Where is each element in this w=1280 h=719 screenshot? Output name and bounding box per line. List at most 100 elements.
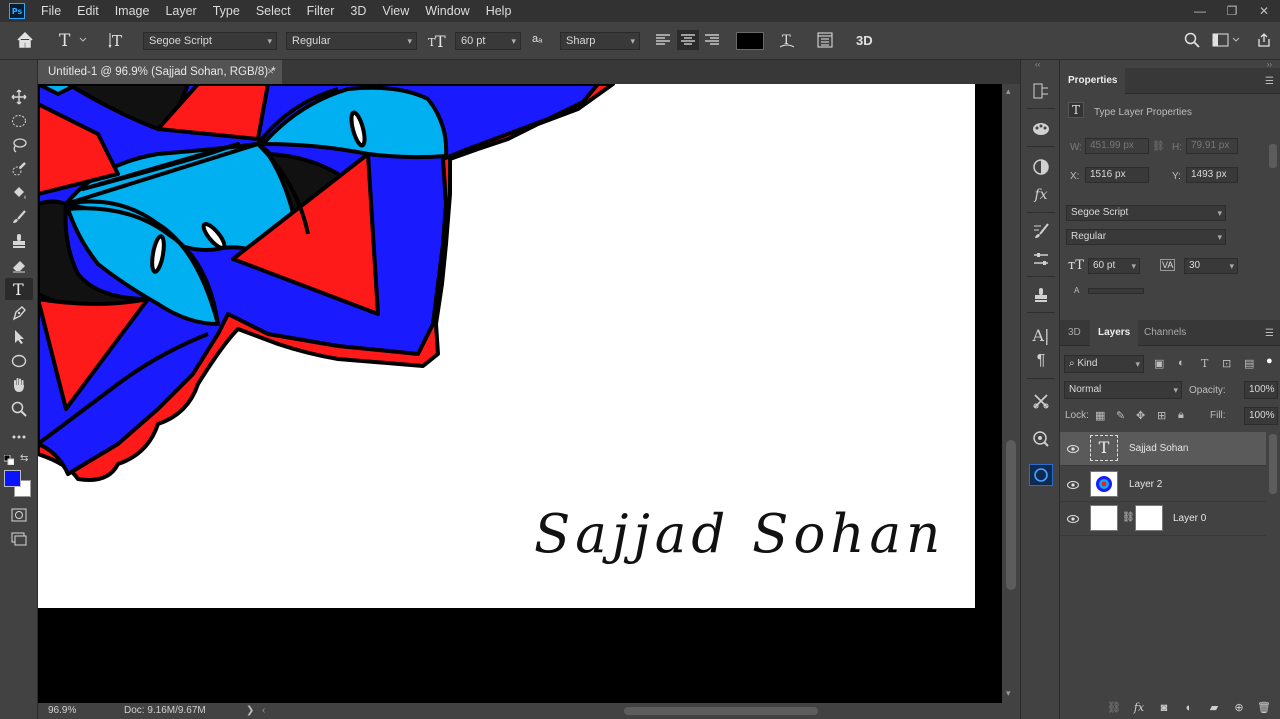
new-adjustment-layer-icon[interactable]: ◐ bbox=[1181, 702, 1197, 714]
menu-filter[interactable]: Filter bbox=[299, 0, 343, 22]
x-position-field[interactable]: 1516 px bbox=[1085, 167, 1149, 183]
antialias-select[interactable]: Sharp ▾ bbox=[560, 32, 640, 50]
eraser-tool-icon[interactable] bbox=[5, 254, 33, 276]
tab-3d[interactable]: 3D bbox=[1060, 320, 1089, 346]
adjustments-icon[interactable] bbox=[1029, 156, 1053, 178]
collapse-dock-icon[interactable]: ‹‹ bbox=[1035, 60, 1040, 69]
menu-view[interactable]: View bbox=[374, 0, 417, 22]
close-window-button[interactable]: ✕ bbox=[1248, 0, 1280, 22]
mask-link-icon[interactable]: ⛓ bbox=[1122, 512, 1135, 523]
lock-pixels-icon[interactable]: ✎ bbox=[1116, 409, 1125, 422]
properties-font-size-select[interactable]: 60 pt ▾ bbox=[1088, 258, 1140, 274]
color-palette-icon[interactable] bbox=[1029, 118, 1053, 140]
filter-pixel-icon[interactable]: ▣ bbox=[1154, 357, 1164, 370]
font-size-select[interactable]: 60 pt ▾ bbox=[455, 32, 521, 50]
brush-tool-icon[interactable] bbox=[5, 206, 33, 228]
navigator-icon[interactable] bbox=[1029, 428, 1053, 450]
menu-file[interactable]: File bbox=[33, 0, 69, 22]
character-icon[interactable]: A| bbox=[1029, 324, 1053, 346]
warp-text-icon[interactable]: T bbox=[778, 31, 796, 49]
width-field[interactable]: 451.99 px bbox=[1085, 138, 1149, 154]
character-panel-icon[interactable] bbox=[816, 32, 834, 48]
lock-all-icon[interactable]: 🔒︎ bbox=[1178, 409, 1184, 422]
properties-scrollbar[interactable] bbox=[1266, 140, 1280, 300]
filter-smart-object-icon[interactable]: ▤ bbox=[1244, 357, 1254, 370]
menu-help[interactable]: Help bbox=[478, 0, 520, 22]
brush-settings-icon[interactable] bbox=[1029, 220, 1053, 242]
scrollbar-thumb[interactable] bbox=[1006, 440, 1016, 590]
canvas-area[interactable]: Sajjad Sohan bbox=[38, 84, 1002, 703]
tracking-select[interactable]: 30 ▾ bbox=[1184, 258, 1238, 274]
3d-icon[interactable]: 3D bbox=[856, 33, 873, 48]
pen-tool-icon[interactable] bbox=[5, 302, 33, 324]
type-tool-icon[interactable]: T bbox=[5, 278, 33, 300]
menu-select[interactable]: Select bbox=[248, 0, 299, 22]
layer-row[interactable]: T Sajjad Sohan bbox=[1060, 432, 1266, 466]
scroll-up-icon[interactable]: ▴ bbox=[1006, 86, 1011, 97]
signature-text-layer[interactable]: Sajjad Sohan bbox=[534, 504, 945, 565]
close-tab-icon[interactable]: × bbox=[267, 60, 274, 84]
layer-row[interactable]: ⛓ Layer 0 bbox=[1060, 502, 1266, 536]
document-tab[interactable]: Untitled-1 @ 96.9% (Sajjad Sohan, RGB/8)… bbox=[38, 60, 282, 84]
swap-colors-icon[interactable]: ⇆ bbox=[20, 454, 30, 464]
more-tools-icon[interactable] bbox=[5, 426, 33, 448]
text-color-swatch[interactable] bbox=[736, 32, 764, 50]
quick-mask-icon[interactable] bbox=[5, 504, 33, 526]
brushes-icon[interactable] bbox=[1029, 248, 1053, 270]
properties-menu-icon[interactable]: ☰ bbox=[1265, 76, 1274, 87]
filter-shape-icon[interactable]: ⊡ bbox=[1222, 357, 1231, 370]
scroll-left-icon[interactable]: ‹ bbox=[262, 703, 265, 719]
document-canvas[interactable]: Sajjad Sohan bbox=[38, 84, 975, 608]
menu-3d[interactable]: 3D bbox=[342, 0, 374, 22]
opacity-field[interactable]: 100% bbox=[1244, 381, 1278, 399]
text-orientation-icon[interactable]: T bbox=[108, 31, 126, 49]
filter-type-icon[interactable]: T bbox=[1201, 357, 1208, 370]
add-mask-icon[interactable]: ◙ bbox=[1156, 702, 1172, 714]
link-dimensions-icon[interactable]: ⛓ bbox=[1152, 141, 1165, 152]
filter-adjustment-icon[interactable]: ◐ bbox=[1178, 357, 1185, 369]
marquee-tool-icon[interactable] bbox=[5, 110, 33, 132]
new-layer-icon[interactable]: ⊕ bbox=[1231, 701, 1247, 714]
default-colors-icon[interactable] bbox=[3, 454, 15, 466]
lock-transparent-icon[interactable]: ▦ bbox=[1095, 409, 1105, 422]
screen-mode-icon[interactable] bbox=[5, 528, 33, 550]
scroll-down-icon[interactable]: ▾ bbox=[1006, 688, 1011, 699]
horizontal-scrollbar-thumb[interactable] bbox=[624, 707, 818, 715]
type-tool-preset-icon[interactable]: T bbox=[58, 31, 88, 49]
layer-filter-select[interactable]: ⌕ Kind ▾ bbox=[1064, 355, 1144, 373]
share-icon[interactable] bbox=[1256, 32, 1272, 48]
properties-font-family-select[interactable]: Segoe Script ▾ bbox=[1066, 205, 1226, 221]
tab-properties[interactable]: Properties bbox=[1060, 68, 1126, 94]
align-left-icon[interactable] bbox=[655, 33, 671, 47]
leading-field[interactable] bbox=[1088, 288, 1144, 294]
tab-channels[interactable]: Channels bbox=[1136, 320, 1194, 346]
lasso-tool-icon[interactable] bbox=[5, 134, 33, 156]
zoom-level[interactable]: 96.9% bbox=[48, 703, 76, 719]
fill-field[interactable]: 100% bbox=[1244, 407, 1278, 425]
paragraph-icon[interactable]: ¶ bbox=[1029, 350, 1053, 372]
properties-scroll-thumb[interactable] bbox=[1269, 144, 1277, 168]
align-right-icon[interactable] bbox=[704, 33, 720, 47]
status-menu-arrow-icon[interactable]: ❯ bbox=[246, 703, 254, 719]
ellipse-tool-icon[interactable] bbox=[5, 350, 33, 372]
menu-image[interactable]: Image bbox=[107, 0, 158, 22]
layers-scroll-thumb[interactable] bbox=[1269, 434, 1277, 494]
add-layer-style-icon[interactable]: fx bbox=[1131, 701, 1147, 714]
move-tool-icon[interactable] bbox=[5, 86, 33, 108]
tab-layers[interactable]: Layers bbox=[1090, 320, 1139, 346]
stamp-tool-icon[interactable] bbox=[5, 230, 33, 252]
menu-layer[interactable]: Layer bbox=[157, 0, 204, 22]
canvas-vertical-scrollbar[interactable]: ▴ ▾ bbox=[1002, 84, 1020, 703]
layer-row[interactable]: Layer 2 bbox=[1060, 468, 1266, 502]
tool-presets-icon[interactable] bbox=[1029, 390, 1053, 412]
restore-button[interactable]: ❐ bbox=[1216, 0, 1248, 22]
menu-edit[interactable]: Edit bbox=[69, 0, 107, 22]
foreground-color-swatch[interactable] bbox=[4, 470, 21, 487]
learn-icon[interactable] bbox=[1029, 464, 1053, 486]
styles-fx-icon[interactable]: fx bbox=[1029, 184, 1053, 206]
new-group-icon[interactable]: ▰ bbox=[1206, 701, 1222, 714]
lock-position-icon[interactable]: ✥ bbox=[1136, 409, 1145, 422]
home-icon[interactable] bbox=[16, 31, 34, 49]
height-field[interactable]: 79.91 px bbox=[1186, 138, 1238, 154]
y-position-field[interactable]: 1493 px bbox=[1186, 167, 1238, 183]
